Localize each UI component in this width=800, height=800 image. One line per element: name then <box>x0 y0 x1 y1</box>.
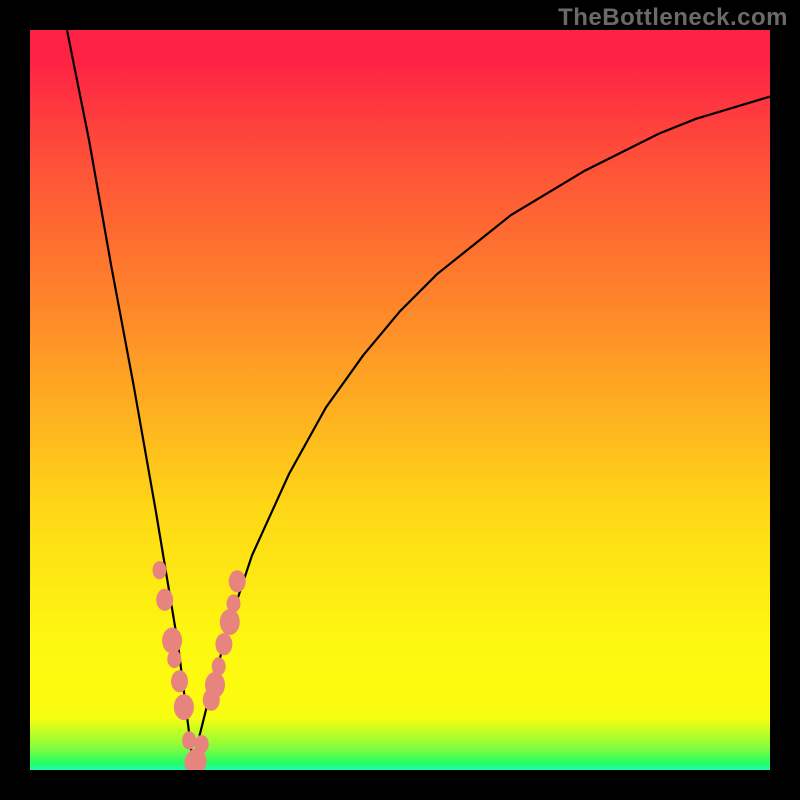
chart-container: TheBottleneck.com <box>0 0 800 800</box>
trough-marker <box>153 561 167 579</box>
trough-marker <box>182 731 196 749</box>
trough-markers <box>30 30 770 770</box>
plot-area <box>30 30 770 770</box>
watermark-text: TheBottleneck.com <box>558 4 788 32</box>
trough-marker <box>162 628 182 654</box>
trough-marker <box>227 594 241 612</box>
trough-marker <box>167 650 181 668</box>
trough-marker <box>205 672 225 698</box>
trough-marker <box>229 570 246 592</box>
trough-marker <box>215 633 232 655</box>
trough-marker <box>174 694 194 720</box>
trough-marker <box>195 735 209 753</box>
trough-marker <box>220 609 240 635</box>
trough-marker <box>212 657 226 675</box>
trough-marker <box>156 589 173 611</box>
trough-marker <box>171 670 188 692</box>
